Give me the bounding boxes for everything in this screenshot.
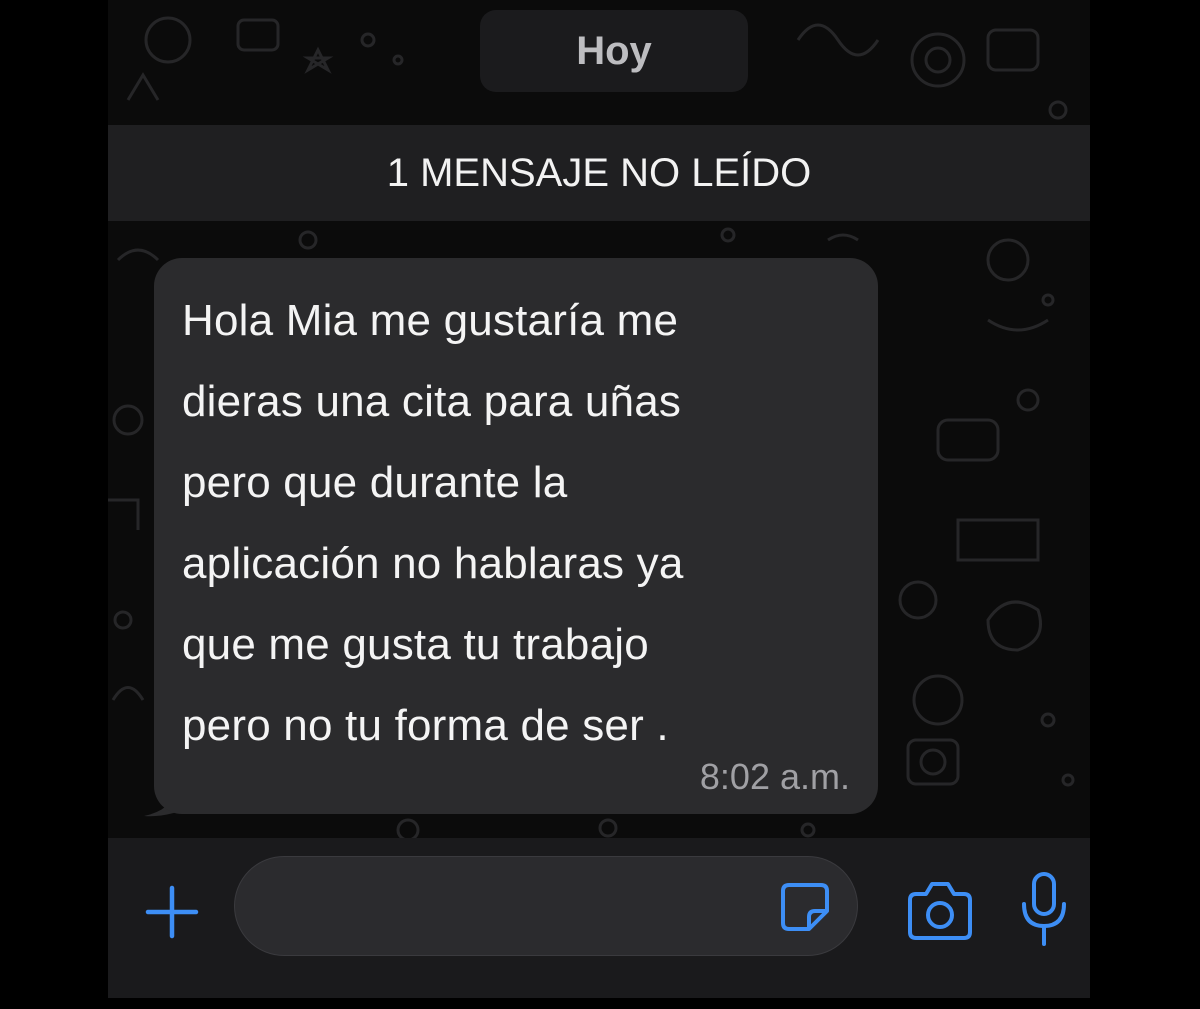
- sticker-icon[interactable]: [779, 881, 831, 933]
- date-label: Hoy: [576, 28, 652, 73]
- message-input[interactable]: [263, 857, 767, 957]
- microphone-icon[interactable]: [1020, 870, 1068, 950]
- chat-screen: Hoy 1 MENSAJE NO LEÍDO Hola Mia me gusta…: [108, 0, 1090, 998]
- incoming-message-bubble[interactable]: Hola Mia me gustaría me dieras una cita …: [154, 258, 878, 814]
- message-composer: [108, 838, 1090, 998]
- unread-messages-banner: 1 MENSAJE NO LEÍDO: [108, 125, 1090, 221]
- date-separator: Hoy: [480, 10, 748, 92]
- plus-icon: [145, 885, 199, 939]
- camera-icon[interactable]: [906, 880, 974, 942]
- unread-label: 1 MENSAJE NO LEÍDO: [386, 150, 812, 195]
- message-input-field[interactable]: [234, 856, 858, 957]
- attach-button[interactable]: [142, 882, 202, 942]
- message-timestamp: 8:02 a.m.: [699, 756, 850, 797]
- message-text: Hola Mia me gustaría me dieras una cita …: [182, 296, 684, 750]
